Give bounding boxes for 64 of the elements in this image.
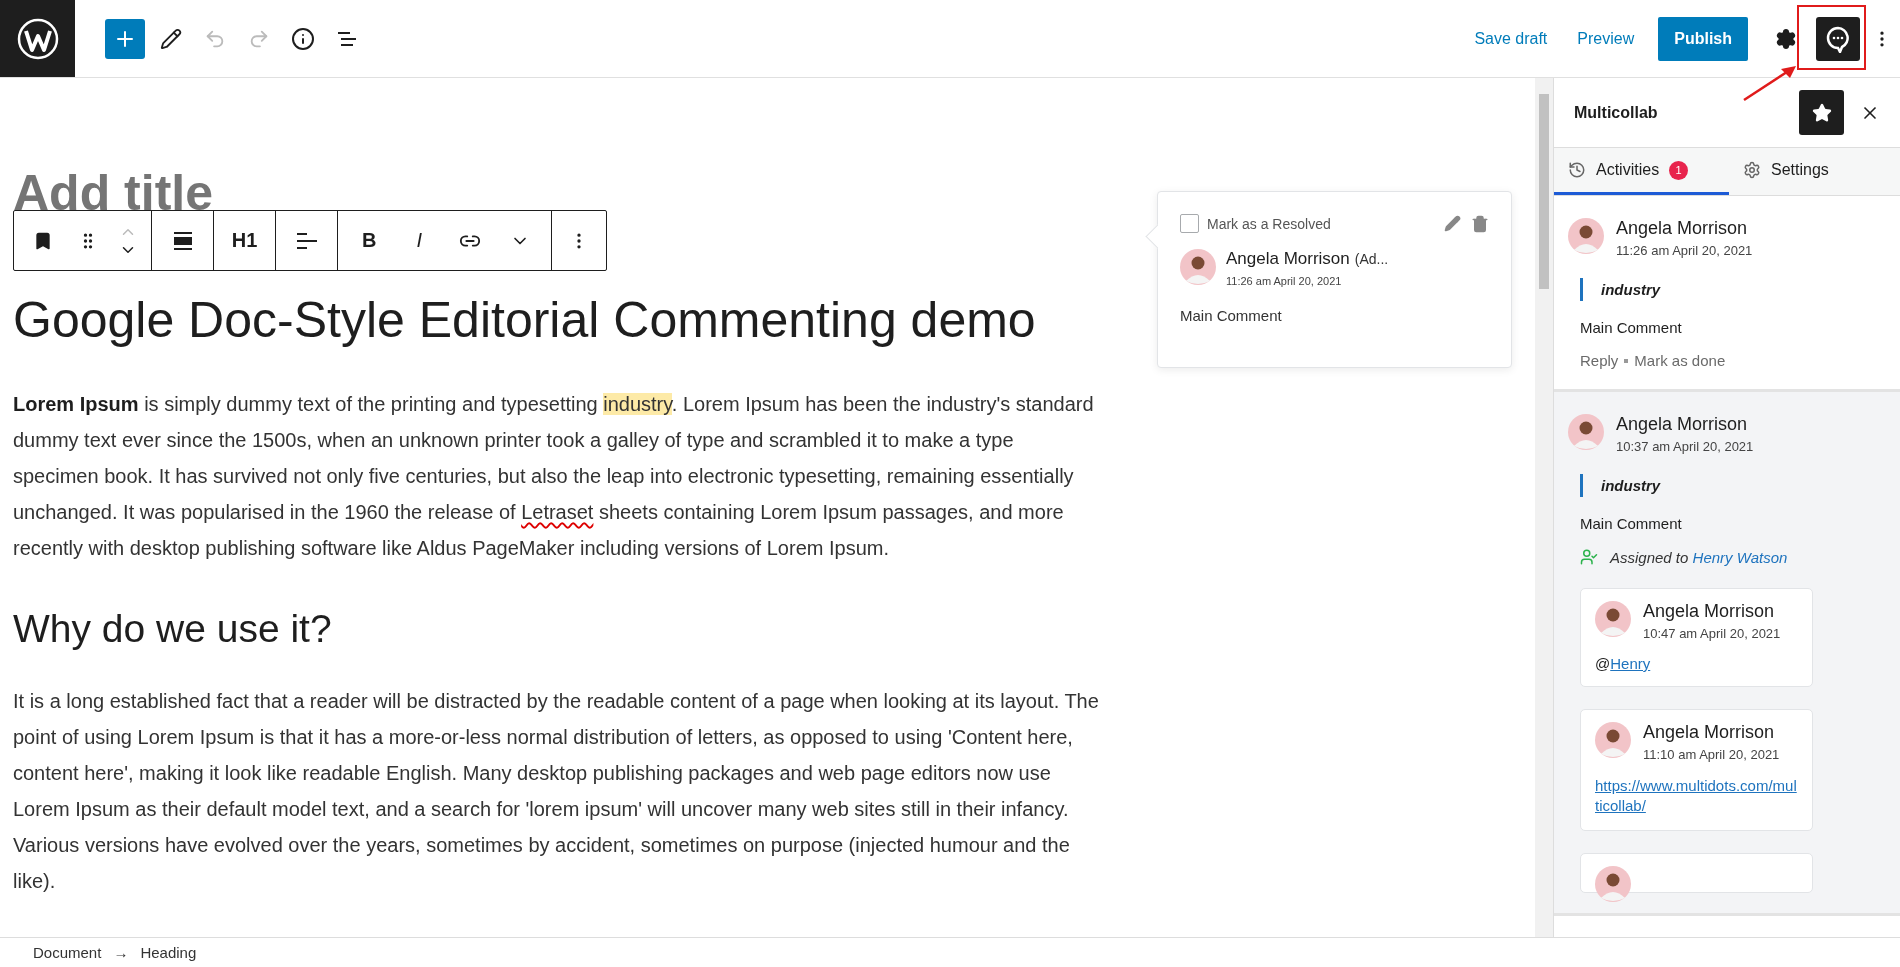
title-field[interactable]: Add title (13, 168, 213, 210)
action-link[interactable]: Reply (1580, 352, 1619, 369)
star-icon[interactable] (1811, 102, 1832, 123)
user-check-icon (1580, 548, 1598, 566)
paragraph: It is a long established fact that a reader will be distracted by the readable content of a page when looking at its layout. The point of using Lorem Ipsum is that it has a more-or-less normal distribution of letters, as opposed to using 'Content here, content here', making it look like readable English. Many desktop publishing packages and web page editors now use Lorem Ipsum as their default model text, and a search for 'lorem ipsum' will uncover many web sites still in their infancy. Various versions have evolved over the years, sometimes by accident, sometimes on purpose (injected humour and the like). (13, 688, 1100, 894)
avatar (1568, 414, 1604, 450)
scrollbar[interactable] (1535, 78, 1553, 937)
edit-icon[interactable] (1444, 214, 1461, 232)
quoted-text: industry (1580, 474, 1886, 497)
star-button[interactable] (1799, 90, 1844, 135)
comment-text: Main Comment (1180, 307, 1283, 324)
comment-text: Main Comment (1580, 319, 1683, 336)
avatar (1595, 722, 1631, 758)
comment-time: 10:37 am April 20, 2021 (1616, 439, 1754, 454)
comment-time: 11:26 am April 20, 2021 (1616, 243, 1753, 258)
avatar (1568, 218, 1604, 254)
quoted-text: industry (1580, 278, 1886, 301)
pencil-icon[interactable] (160, 27, 182, 50)
paragraph: Lorem Ipsum is simply dummy text of the printing and typesetting industry. Lorem Ipsum has been the industry's standard dummy text ever since the 1500s, when an unknown printer took a galley of type and scrambled it to make a type specimen book. It has survived not only five centuries, but also the leap into electronic typesetting, remaining essentially unchanged. It was popularised in the 1960 the release of Letraset sheets containing Lorem Ipsum passages, and more recently with desktop publishing software like Aldus PageMaker including versions of Lorem Ipsum. (13, 392, 1095, 561)
heading-level-button[interactable]: H1 (227, 220, 262, 261)
italic-button[interactable]: I (404, 220, 435, 261)
comment-time: 11:10 am April 20, 2021 (1643, 747, 1780, 762)
history-icon[interactable] (1568, 161, 1586, 179)
bold-button[interactable]: B (354, 220, 385, 261)
settings-icon[interactable] (1775, 27, 1797, 50)
url-link[interactable]: https://www.multidots.com/multicollab/ (1595, 776, 1798, 816)
delete-icon[interactable] (1471, 214, 1489, 233)
comment-time: 10:47 am April 20, 2021 (1643, 626, 1781, 641)
action-link[interactable]: Mark as done (1634, 352, 1726, 369)
post-heading: Google Doc-Style Editorial Commenting demo (13, 291, 1037, 350)
avatar (1595, 601, 1631, 637)
preview-link[interactable]: Preview (1565, 21, 1647, 56)
assignee-link[interactable]: Henry Watson (1692, 548, 1788, 566)
info-icon[interactable] (291, 26, 315, 51)
avatar (1180, 249, 1216, 285)
subheading: Why do we use it? (13, 606, 333, 652)
comment-thread[interactable] (1554, 392, 1900, 916)
highlight-frame (1797, 5, 1866, 70)
author-name: Angela Morrison (1616, 414, 1749, 435)
assignment-text: Assigned to Henry Watson (1610, 548, 1788, 566)
panel-title: Multicollab (1574, 103, 1658, 122)
author-name: Angela Morrison (1643, 601, 1776, 622)
add-block-button[interactable] (105, 18, 145, 59)
comment-button[interactable] (1816, 16, 1860, 61)
publish-button[interactable]: Publish (1658, 16, 1748, 61)
speech-bubble-icon[interactable] (1824, 24, 1852, 53)
breadcrumb-item[interactable]: Heading (140, 944, 197, 961)
tab[interactable]: Settings (1729, 148, 1879, 195)
comment-time: 11:26 am April 20, 2021 (1226, 275, 1343, 287)
author-name: Angela Morrison (1226, 249, 1350, 269)
avatar (1595, 866, 1631, 902)
breadcrumb-separator: → (113, 944, 129, 961)
author-role: (Ad... (1354, 251, 1389, 267)
author-name: Angela Morrison (1616, 218, 1749, 239)
comment-text: Main Comment (1580, 515, 1683, 532)
author-name: Angela Morrison (1643, 722, 1776, 743)
breadcrumb-item[interactable]: Document (33, 944, 102, 961)
save-draft-link[interactable]: Save draft (1462, 21, 1560, 56)
resolve-checkbox[interactable] (1180, 214, 1199, 233)
mention-link[interactable]: Henry (1610, 655, 1651, 672)
resolve-label: Mark as a Resolved (1207, 215, 1331, 232)
reply-text: @Henry (1595, 655, 1652, 672)
count-badge: 1 (1669, 160, 1689, 180)
gear-icon[interactable] (1743, 161, 1761, 179)
